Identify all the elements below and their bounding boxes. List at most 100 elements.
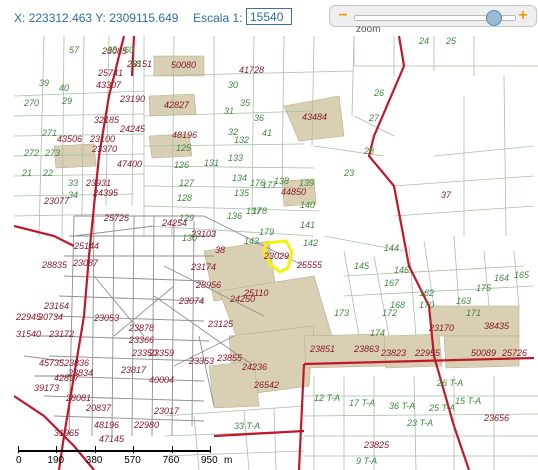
parcel-id-label: 29: [61, 96, 72, 106]
parcel-number-label: 23836: [63, 358, 89, 368]
parcel-id-label: 179: [259, 227, 274, 237]
parcel-number-label: 23863: [353, 344, 379, 354]
x-label: X:: [14, 11, 26, 25]
parcel-number-label: 43506: [57, 134, 82, 144]
scale-bar-line: [18, 450, 210, 452]
parcel-id-label: 178: [252, 206, 267, 216]
zoom-thumb[interactable]: [485, 10, 502, 26]
parcel-number-label: 23823: [380, 348, 406, 358]
parcel-number-label: 23029: [263, 251, 289, 261]
parcel-id-label: 26: [373, 88, 384, 98]
zoom-track[interactable]: [354, 10, 516, 26]
parcel-number-label: 20837: [85, 403, 112, 413]
parcel-id-label: 167: [384, 278, 400, 288]
toolbar: X: 223312.463 Y: 2309115.649 Escala 1: −…: [0, 0, 538, 36]
parcel-number-label: 38435: [484, 321, 510, 331]
parcel-id-label: 128: [177, 193, 192, 203]
parcel-number-label: 28835: [41, 260, 68, 270]
cadastral-map[interactable]: 23085 50080 41728 25741 23151 43307 23190 42827…: [14, 36, 538, 470]
parcel-number-label: 23053: [93, 313, 119, 323]
parcel-number-label: 28081: [65, 393, 91, 403]
parcel-number-label: 25555: [296, 260, 323, 270]
parcel-number-label: 38: [215, 245, 225, 255]
lot-label: 23 T-A: [406, 418, 433, 428]
parcel-id-label: 271: [41, 128, 57, 138]
parcel-id-label: 146: [394, 265, 409, 275]
parcel-number-label: 23855: [216, 353, 243, 363]
parcel-id-label: 170: [419, 300, 434, 310]
parcel-number-label: 25726: [501, 348, 527, 358]
y-label: Y:: [95, 11, 106, 25]
parcel-number-label: 47400: [117, 159, 142, 169]
parcel-number-label: 26542: [253, 380, 279, 390]
parcel-number-label: 47145: [99, 434, 125, 444]
parcel-number-label: 45735: [39, 358, 65, 368]
scale-tick: [56, 446, 58, 453]
lot-label: 15 T-A: [455, 396, 481, 406]
parcel-number-label: 25144: [73, 241, 99, 251]
parcel-id-label: 171: [466, 308, 481, 318]
scale-tick-label: 380: [85, 455, 103, 466]
scale-tick: [171, 446, 173, 453]
parcel-id-label: 173: [334, 308, 349, 318]
parcel-number-label: 23353: [188, 356, 214, 366]
map-canvas[interactable]: 2308550080 417282574123151433072319042827…: [14, 36, 538, 470]
parcel-id-label: 39: [39, 78, 49, 88]
parcel-number-label: 24245: [119, 124, 146, 134]
parcel-id-label: 127: [179, 178, 195, 188]
parcel-id-label: 36: [254, 113, 264, 123]
parcel-number-label: 23878: [128, 323, 154, 333]
parcel-number-label: 48196: [94, 420, 119, 430]
parcel-number-label: 42827: [164, 100, 190, 110]
parcel-number-label: 23931: [85, 178, 111, 188]
parcel-id-label: 165: [514, 270, 530, 280]
scale-unit: m: [224, 455, 233, 466]
scale-input[interactable]: [246, 8, 292, 25]
parcel-id-label: 141: [300, 220, 315, 230]
lot-label: 26 T-A: [436, 378, 463, 388]
parcel-number-label: 32185: [94, 115, 120, 125]
parcel-number-label: 23370: [91, 144, 117, 154]
parcel-id-label: 65: [107, 45, 118, 55]
parcel-number-label: 23190: [119, 94, 145, 104]
parcel-number-label: 24236: [241, 362, 267, 372]
parcel-id-label: 172: [382, 308, 397, 318]
parcel-id-label: 270: [23, 98, 39, 108]
y-value: 2309115.649: [109, 11, 179, 25]
parcel-id-label: 131: [204, 158, 219, 168]
lot-label: 17 T-A: [349, 398, 375, 408]
scale-tick: [210, 446, 211, 453]
parcel-id-label: 134: [232, 173, 247, 183]
parcel-id-label: 21: [21, 168, 32, 178]
parcel-number-label: 42897: [54, 373, 80, 383]
parcel-number-label: 39173: [34, 383, 59, 393]
parcel-number-label: 24250: [229, 294, 255, 304]
parcel-number-label: 23817: [120, 365, 147, 375]
parcel-id-label: 40: [59, 83, 69, 93]
parcel-number-label: 23087: [72, 258, 99, 268]
parcel-id-label: 34: [68, 190, 78, 200]
built-parcel: [53, 143, 97, 169]
parcel-id-label: 174: [370, 328, 385, 338]
parcel-id-label: 57: [69, 45, 80, 55]
scale-tick: [18, 446, 19, 453]
parcel-number-label: 48196: [172, 130, 197, 140]
parcel-number-label: 31540: [16, 329, 41, 339]
scale-tick: [94, 446, 96, 453]
parcel-number-label: 43307: [96, 80, 122, 90]
parcel-number-label: 43484: [302, 112, 327, 122]
parcel-id-label: 33: [68, 178, 78, 188]
parcel-number-label: 23174: [190, 262, 216, 272]
parcel-number-label: 25741: [97, 68, 123, 78]
parcel-id-label: 126: [174, 160, 189, 170]
parcel-id-label: 24: [418, 36, 429, 46]
parcel-id-label: 132: [234, 135, 249, 145]
lot-label: 12 T-A: [314, 393, 340, 403]
parcel-id-label: 164: [494, 273, 509, 283]
parcel-number-label: 25725: [103, 213, 130, 223]
zoom-out-button[interactable]: −: [336, 7, 350, 25]
parcel-number-label: 41728: [239, 65, 264, 75]
zoom-in-button[interactable]: +: [516, 7, 530, 25]
parcel-number-label: 22980: [133, 420, 159, 430]
parcel-id-label: 41: [262, 128, 272, 138]
